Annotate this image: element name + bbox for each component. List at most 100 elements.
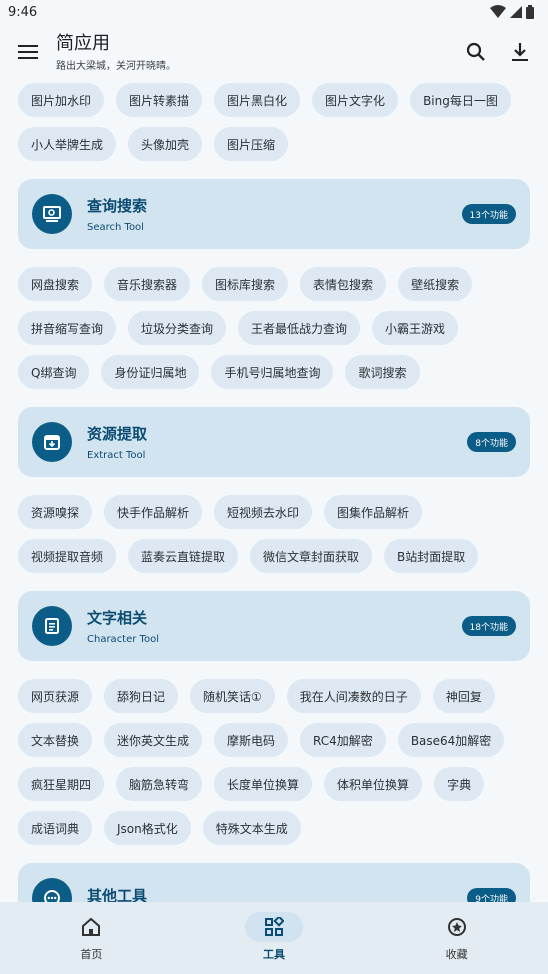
document-icon	[45, 618, 59, 634]
tool-chip[interactable]: 文本替换	[18, 723, 93, 757]
section-text: 其他工具	[87, 885, 467, 903]
menu-icon	[18, 45, 38, 59]
download-icon	[512, 43, 528, 61]
section-subtitle: Search Tool	[87, 222, 144, 233]
battery-icon	[526, 5, 534, 19]
tool-chip[interactable]: 疯狂星期四	[18, 767, 105, 801]
section-title: 资源提取	[87, 425, 148, 443]
tool-chip[interactable]: 手机号归属地查询	[211, 355, 334, 389]
tool-chip[interactable]: 壁纸搜索	[398, 267, 473, 301]
app-subtitle: 路出大梁城，关河开晓晴。	[56, 60, 176, 72]
section-icon	[32, 606, 72, 646]
tool-chip[interactable]: 神回复	[432, 679, 495, 713]
tool-chip[interactable]: 小霸王游戏	[372, 311, 459, 345]
tool-chip[interactable]: 舔狗日记	[104, 679, 179, 713]
nav-favorites[interactable]: 收藏	[365, 902, 548, 974]
nav-favorites-pill	[428, 912, 486, 942]
tool-chip[interactable]: 图标库搜索	[202, 267, 289, 301]
tool-chip[interactable]: Bing每日一图	[410, 83, 511, 117]
feature-count-badge: 8个功能	[467, 432, 516, 452]
tool-chip[interactable]: 身份证归属地	[101, 355, 200, 389]
tool-chip[interactable]: 特殊文本生成	[202, 811, 301, 845]
tool-chip[interactable]: 网页获源	[18, 679, 93, 713]
tool-chip[interactable]: RC4加解密	[300, 723, 386, 757]
app-bar-actions	[458, 34, 538, 70]
tool-chip[interactable]: 表情包搜索	[300, 267, 387, 301]
home-icon	[82, 917, 101, 936]
tool-chip[interactable]: 快手作品解析	[104, 495, 203, 529]
tool-chip[interactable]: B站封面提取	[384, 539, 479, 573]
download-button[interactable]	[502, 34, 538, 70]
tool-chip[interactable]: 长度单位换算	[214, 767, 313, 801]
tool-chip[interactable]: 我在人间凑数的日子	[286, 679, 421, 713]
tool-chip[interactable]: 字典	[434, 767, 485, 801]
section-text: 查询搜索 Search Tool	[87, 195, 462, 233]
tool-chip[interactable]: 随机笑话①	[190, 679, 275, 713]
search-monitor-icon	[43, 206, 61, 222]
tool-chip[interactable]: Json格式化	[104, 811, 191, 845]
tool-chip[interactable]: 图片压缩	[214, 127, 289, 161]
signal-icon	[510, 6, 522, 18]
section-card[interactable]: 文字相关 Character Tool 18个功能	[18, 591, 530, 661]
feature-count-badge: 18个功能	[461, 616, 516, 636]
more-icon	[44, 890, 60, 902]
tool-chip[interactable]: 体积单位换算	[324, 767, 423, 801]
archive-icon	[44, 435, 60, 450]
tool-chip[interactable]: 图片加水印	[18, 83, 105, 117]
tool-chip[interactable]: 图片黑白化	[214, 83, 301, 117]
feature-count-badge: 13个功能	[461, 204, 516, 224]
tool-chip[interactable]: 小人举牌生成	[18, 127, 117, 161]
nav-home-pill	[62, 912, 120, 942]
nav-tools[interactable]: 工具	[183, 902, 366, 974]
tool-chip[interactable]: 网盘搜索	[18, 267, 93, 301]
tool-chip[interactable]: Base64加解密	[397, 723, 505, 757]
star-circle-icon	[447, 918, 466, 936]
app-title: 简应用	[56, 32, 110, 54]
section-text: 文字相关 Character Tool	[87, 607, 462, 645]
tool-chip[interactable]: 头像加壳	[128, 127, 203, 161]
tool-chip[interactable]: 歌词搜索	[345, 355, 420, 389]
tools-grid-icon	[265, 917, 284, 936]
search-button[interactable]	[458, 34, 494, 70]
tool-chip[interactable]: 视频提取音频	[18, 539, 117, 573]
section-title: 查询搜索	[87, 197, 148, 215]
section-icon	[32, 194, 72, 234]
nav-home-label: 首页	[80, 948, 103, 961]
section-chips: 资源嗅探 快手作品解析 短视频去水印 图集作品解析视频提取音频 蓝奏云直链提取 微信文章封…	[0, 495, 548, 573]
section-subtitle: Extract Tool	[87, 450, 146, 461]
tool-chip[interactable]: 拼音缩写查询	[18, 311, 117, 345]
tool-chip[interactable]: 成语词典	[18, 811, 93, 845]
wifi-icon	[490, 5, 506, 18]
tool-chip[interactable]: 图片文字化	[312, 83, 399, 117]
section-card[interactable]: 查询搜索 Search Tool 13个功能	[18, 179, 530, 249]
tool-chip[interactable]: Q绑查询	[18, 355, 90, 389]
nav-tools-pill	[245, 912, 303, 942]
tool-chip[interactable]: 脑筋急转弯	[116, 767, 203, 801]
status-time: 9:46	[8, 4, 38, 20]
section-chips: 网页获源 舔狗日记 随机笑话① 我在人间凑数的日子 神回复文本替换 迷你英文生成 摩斯电码 R…	[0, 679, 548, 845]
menu-button[interactable]	[10, 34, 46, 70]
section-card[interactable]: 资源提取 Extract Tool 8个功能	[18, 407, 530, 477]
tool-chip[interactable]: 资源嗅探	[18, 495, 93, 529]
section-icon	[32, 422, 72, 462]
nav-home[interactable]: 首页	[0, 902, 183, 974]
search-icon	[466, 42, 485, 61]
tool-sections: 查询搜索 Search Tool 13个功能网盘搜索 音乐搜索器 图标库搜索 表情包搜索壁…	[0, 179, 548, 902]
tools-content: 图片加水印 图片转素描 图片黑白化 图片文字化 Bing每日一图小人举牌生成 头像加壳 图片…	[0, 80, 548, 902]
tool-chip[interactable]: 蓝奏云直链提取	[128, 539, 239, 573]
section-card[interactable]: 其他工具 9个功能	[18, 863, 530, 902]
app-bar: 简应用 路出大梁城，关河开晓晴。	[0, 24, 548, 80]
tool-chip[interactable]: 摩斯电码	[214, 723, 289, 757]
tool-chip[interactable]: 音乐搜索器	[104, 267, 191, 301]
nav-tools-label: 工具	[263, 948, 285, 961]
title-block: 简应用 路出大梁城，关河开晓晴。	[56, 33, 458, 72]
tool-chip[interactable]: 垃圾分类查询	[128, 311, 227, 345]
tool-chip[interactable]: 图集作品解析	[324, 495, 423, 529]
tool-chip[interactable]: 迷你英文生成	[104, 723, 203, 757]
section-text: 资源提取 Extract Tool	[87, 423, 467, 461]
tool-chip[interactable]: 短视频去水印	[214, 495, 313, 529]
tool-chip[interactable]: 微信文章封面获取	[250, 539, 373, 573]
bottom-navigation: 首页 工具 收藏	[0, 902, 548, 974]
tool-chip[interactable]: 王者最低战力查询	[238, 311, 361, 345]
tool-chip[interactable]: 图片转素描	[116, 83, 203, 117]
